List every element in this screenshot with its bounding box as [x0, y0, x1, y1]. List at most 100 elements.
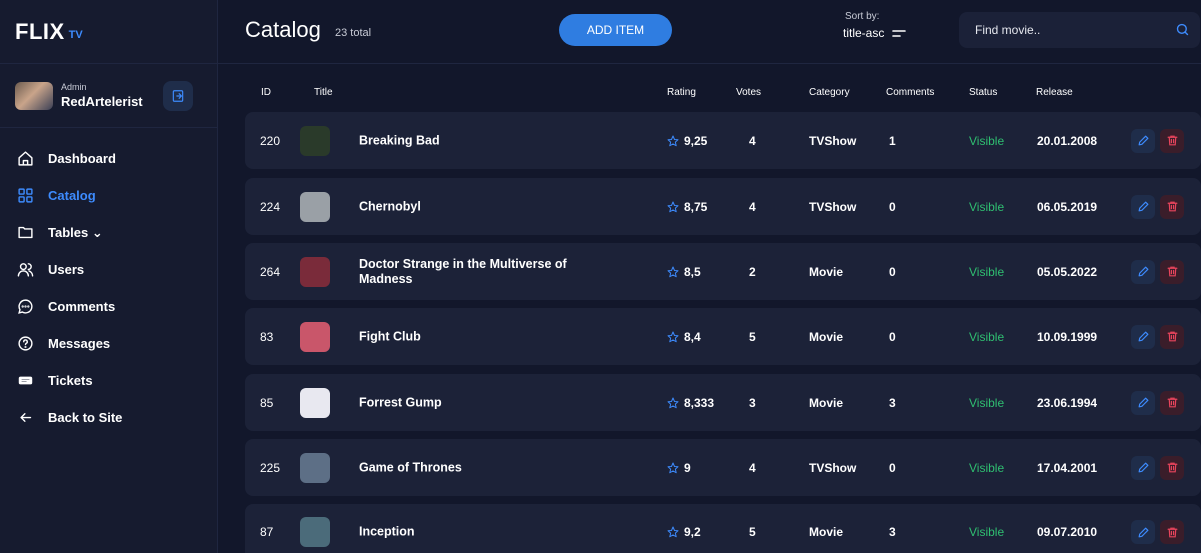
delete-button[interactable]: [1160, 455, 1184, 480]
cell-category: Movie: [809, 329, 844, 344]
delete-button[interactable]: [1160, 324, 1184, 349]
user-block: Admin RedArtelerist: [0, 64, 217, 128]
delete-button[interactable]: [1160, 194, 1184, 219]
cell-title[interactable]: Chernobyl: [359, 199, 619, 214]
cell-status: Visible: [969, 133, 1005, 148]
edit-button[interactable]: [1131, 390, 1155, 415]
cell-rating: 9,2: [667, 525, 701, 539]
column-header-title[interactable]: Title: [314, 87, 333, 98]
grid-icon: [16, 187, 34, 205]
total-count: 23 total: [335, 27, 372, 39]
cell-category: Movie: [809, 395, 844, 410]
edit-button[interactable]: [1131, 324, 1155, 349]
trash-icon: [1167, 266, 1177, 277]
column-header-id[interactable]: ID: [261, 87, 271, 98]
cell-category: Movie: [809, 525, 844, 539]
logo[interactable]: FLIX TV: [0, 0, 217, 64]
page-title: Catalog: [245, 17, 321, 42]
user-meta: Admin RedArtelerist: [61, 82, 143, 109]
edit-button[interactable]: [1131, 455, 1155, 480]
delete-button[interactable]: [1160, 259, 1184, 284]
cell-title[interactable]: Inception: [359, 525, 619, 540]
cell-status: Visible: [969, 329, 1005, 344]
star-icon: [667, 331, 679, 342]
table-row[interactable]: 224 Chernobyl 8,75 4 TVShow 0 Visible 06…: [245, 178, 1201, 235]
cell-id: 225: [260, 460, 281, 475]
star-icon: [667, 526, 679, 538]
cell-comments: 0: [889, 199, 896, 214]
delete-button[interactable]: [1160, 128, 1184, 153]
search-icon[interactable]: [1175, 22, 1190, 37]
sort-select[interactable]: title-asc: [843, 26, 907, 40]
sidebar-item-tables[interactable]: Tables ⌄: [0, 214, 217, 251]
edit-button[interactable]: [1131, 520, 1155, 544]
cell-votes: 4: [749, 133, 756, 148]
poster-thumbnail: [300, 517, 330, 547]
table-row[interactable]: 87 Inception 9,2 5 Movie 3 Visible 09.07…: [245, 504, 1201, 553]
edit-button[interactable]: [1131, 259, 1155, 284]
column-header-status[interactable]: Status: [969, 87, 997, 98]
cell-title[interactable]: Game of Thrones: [359, 460, 619, 475]
edit-button[interactable]: [1131, 194, 1155, 219]
sidebar-item-back-to-site[interactable]: Back to Site: [0, 399, 217, 436]
cell-release: 20.01.2008: [1037, 133, 1098, 148]
sidebar-item-dashboard[interactable]: Dashboard: [0, 140, 217, 177]
table-row[interactable]: 264 Doctor Strange in the Multiverse of …: [245, 243, 1201, 300]
delete-button[interactable]: [1160, 390, 1184, 415]
sidebar-item-label: Messages: [48, 336, 111, 351]
sidebar-item-comments[interactable]: Comments: [0, 288, 217, 325]
sidebar-item-messages[interactable]: Messages: [0, 325, 217, 362]
cell-status: Visible: [969, 460, 1005, 475]
trash-icon: [1167, 135, 1177, 146]
cell-release: 10.09.1999: [1037, 329, 1098, 344]
column-header-comments[interactable]: Comments: [886, 87, 934, 98]
cell-title[interactable]: Fight Club: [359, 329, 619, 344]
cell-category: TVShow: [809, 133, 857, 148]
table-row[interactable]: 220 Breaking Bad 9,25 4 TVShow 1 Visible…: [245, 112, 1201, 169]
sidebar-item-label: Users: [48, 262, 85, 277]
logo-text: FLIX: [15, 18, 65, 44]
trash-icon: [1167, 331, 1177, 342]
column-header-category[interactable]: Category: [809, 87, 850, 98]
sidebar-item-users[interactable]: Users: [0, 251, 217, 288]
cell-votes: 4: [749, 460, 756, 475]
rating-value: 9,25: [684, 133, 708, 148]
cell-title[interactable]: Forrest Gump: [359, 395, 619, 410]
logout-button[interactable]: [163, 81, 193, 111]
cell-title[interactable]: Breaking Bad: [359, 133, 619, 148]
user-role: Admin: [61, 82, 87, 92]
cell-comments: 0: [889, 329, 896, 344]
pencil-icon: [1138, 462, 1148, 473]
cell-votes: 5: [749, 525, 756, 539]
search-input[interactable]: [975, 12, 1165, 48]
cell-comments: 0: [889, 460, 896, 475]
cell-votes: 2: [749, 264, 756, 279]
cell-title[interactable]: Doctor Strange in the Multiverse of Madn…: [359, 257, 619, 287]
column-header-release[interactable]: Release: [1036, 87, 1073, 98]
cell-rating: 9: [667, 461, 691, 475]
cell-status: Visible: [969, 199, 1005, 214]
cell-comments: 0: [889, 264, 896, 279]
cell-rating: 8,4: [667, 330, 701, 344]
cell-id: 220: [260, 133, 281, 148]
table-row[interactable]: 85 Forrest Gump 8,333 3 Movie 3 Visible …: [245, 374, 1201, 431]
cell-comments: 1: [889, 133, 896, 148]
column-header-votes[interactable]: Votes: [736, 87, 761, 98]
sidebar-item-tickets[interactable]: Tickets: [0, 362, 217, 399]
delete-button[interactable]: [1160, 520, 1184, 544]
pencil-icon: [1138, 527, 1148, 537]
sidebar-item-catalog[interactable]: Catalog: [0, 177, 217, 214]
cell-comments: 3: [889, 525, 896, 539]
table-row[interactable]: 225 Game of Thrones 9 4 TVShow 0 Visible…: [245, 439, 1201, 496]
cell-id: 87: [260, 525, 274, 539]
sidebar: FLIX TV Admin RedArtelerist Dashboard Ca…: [0, 0, 218, 553]
pencil-icon: [1138, 135, 1148, 146]
cell-category: TVShow: [809, 199, 857, 214]
edit-button[interactable]: [1131, 128, 1155, 153]
sidebar-item-label: Catalog: [48, 188, 96, 203]
column-header-rating[interactable]: Rating: [667, 87, 696, 98]
add-item-button[interactable]: ADD ITEM: [559, 14, 672, 46]
help-icon: [16, 335, 34, 353]
cell-status: Visible: [969, 525, 1005, 539]
table-row[interactable]: 83 Fight Club 8,4 5 Movie 0 Visible 10.0…: [245, 308, 1201, 365]
